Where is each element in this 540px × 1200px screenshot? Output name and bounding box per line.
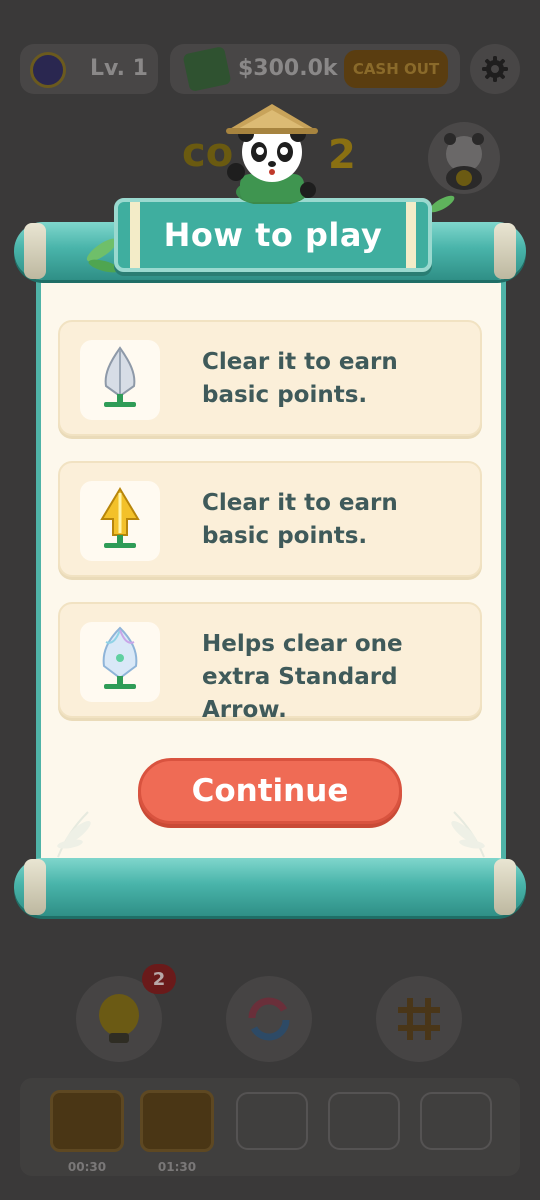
gear-icon (482, 56, 508, 82)
empty-slot (236, 1092, 308, 1150)
card-icon-box (80, 481, 160, 561)
scroll-bottom-rod (14, 858, 526, 916)
shuffle-icon (248, 997, 290, 1041)
card-text: Clear it to earn basic points. (202, 490, 398, 549)
level-label: Lv. 1 (90, 56, 148, 81)
rod-cap (494, 859, 516, 915)
chest-slot-1[interactable] (50, 1090, 124, 1152)
hint-count-badge: 2 (142, 964, 176, 994)
bamboo-leaf-icon (57, 811, 91, 858)
settings-button[interactable] (470, 44, 520, 94)
lightbulb-icon (99, 994, 139, 1043)
chest-slot-2[interactable] (140, 1090, 214, 1152)
rod-cap (494, 223, 516, 279)
stage-number: 2 (328, 132, 356, 178)
silver-arrow-icon (104, 346, 136, 407)
crystal-arrow-icon (102, 626, 138, 689)
card-icon-box (80, 622, 160, 702)
cashout-button[interactable]: CASH OUT (344, 50, 448, 88)
banner-stripe (406, 202, 416, 268)
instruction-card: Helps clear one extra Standard Arrow. (58, 602, 482, 723)
rod-cap (24, 859, 46, 915)
modal-header-banner: How to play (114, 198, 432, 272)
level-flag-icon (30, 52, 66, 88)
bamboo-leaf-icon (451, 811, 485, 858)
shuffle-button[interactable] (226, 976, 312, 1062)
grid-icon (398, 998, 440, 1040)
card-icon-box (80, 340, 160, 420)
empty-slot (420, 1092, 492, 1150)
modal-title: How to play (163, 216, 383, 254)
panda-mascot-icon (226, 104, 318, 204)
cash-value: $300.0k (238, 56, 338, 81)
instruction-card: Clear it to earn basic points. (58, 320, 482, 436)
empty-slot (328, 1092, 400, 1150)
banner-stripe (130, 202, 140, 268)
instruction-card: Clear it to earn basic points. (58, 461, 482, 577)
continue-button[interactable]: Continue (138, 758, 402, 824)
card-text: Clear it to earn basic points. (202, 349, 398, 408)
rod-cap (24, 223, 46, 279)
gold-arrow-icon (100, 487, 140, 548)
card-text: Helps clear one extra Standard Arrow. (202, 631, 403, 723)
chest-timer: 00:30 (67, 1160, 107, 1174)
chest-timer: 01:30 (157, 1160, 197, 1174)
grid-button[interactable] (376, 976, 462, 1062)
